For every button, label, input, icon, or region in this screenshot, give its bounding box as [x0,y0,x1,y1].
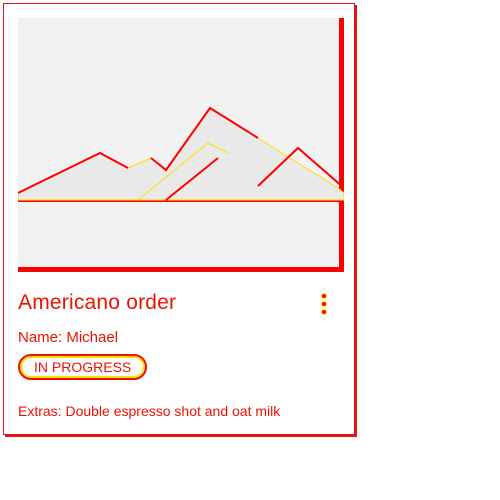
image-placeholder [18,18,344,272]
card-title: Americano order [18,291,177,314]
more-options-button[interactable] [316,291,332,317]
extras-text: Extras: Double espresso shot and oat mil… [18,403,281,419]
mountains-icon [18,106,344,202]
more-vertical-icon [322,294,326,298]
customer-name: Name: Michael [18,329,119,346]
order-card: Americano order Name: Michael IN PROGRES… [3,3,355,435]
status-badge: IN PROGRESS [18,354,148,380]
